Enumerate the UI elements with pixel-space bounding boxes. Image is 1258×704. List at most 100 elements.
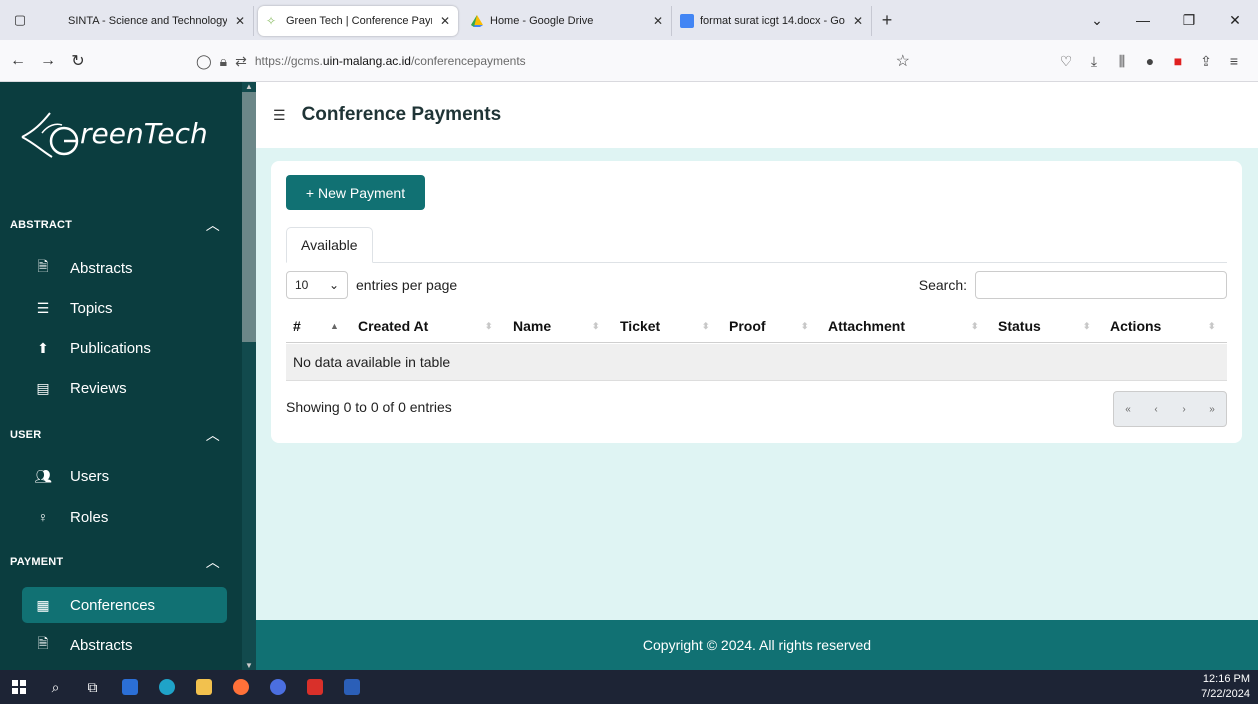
column-header-proof[interactable]: Proof: [729, 309, 766, 343]
column-header-name[interactable]: Name: [513, 309, 551, 343]
task-view-icon[interactable]: ⧉: [74, 670, 111, 704]
sidebar-item-roles[interactable]: ♀ Roles: [22, 499, 227, 535]
app-icon[interactable]: [259, 670, 296, 704]
users-icon: 👥︎: [34, 467, 52, 484]
sidebar-scrollbar[interactable]: ▲ ▼: [242, 82, 256, 670]
column-header-attachment[interactable]: Attachment: [828, 309, 905, 343]
close-icon[interactable]: ✕: [235, 14, 245, 28]
chevron-down-icon[interactable]: ⌄: [1074, 12, 1120, 29]
acrobat-icon[interactable]: [296, 670, 333, 704]
logo-text: reenTech: [80, 116, 208, 150]
url-bar[interactable]: ◯ 🔒︎ ⇄ https://gcms. uin-malang.ac.id/con…: [196, 46, 910, 76]
clock-date: 7/22/2024: [1201, 688, 1250, 700]
extension-icon[interactable]: ■: [1164, 53, 1192, 69]
previous-page-button[interactable]: ‹: [1142, 392, 1170, 426]
user-role-icon: ♀: [37, 509, 49, 525]
restore-icon[interactable]: ❐: [1166, 12, 1212, 29]
lock-icon: 🔒︎: [219, 52, 228, 69]
comment-icon: ▤: [36, 379, 50, 396]
menu-icon[interactable]: ≡: [1220, 53, 1248, 69]
main-content: ☰ Conference Payments + New Payment Avai…: [256, 82, 1258, 670]
pocket-icon[interactable]: ♡: [1052, 53, 1080, 70]
sidebar: reenTech ▲ ▼ ABSTRACT ︿ 🗎︎ Abstracts ☰ T…: [0, 82, 256, 670]
back-arrow-icon[interactable]: ←: [6, 52, 30, 70]
sidebar-item-payment-abstracts[interactable]: 🗎︎ Abstracts: [22, 627, 227, 663]
account-icon[interactable]: ●: [1136, 53, 1164, 69]
reload-icon[interactable]: ↻: [66, 51, 90, 71]
url-prefix: https://gcms.: [254, 54, 323, 68]
edge-icon[interactable]: [148, 670, 185, 704]
tab-google-drive[interactable]: Home - Google Drive ✕: [462, 6, 672, 36]
hamburger-menu-icon[interactable]: ☰: [273, 107, 286, 124]
new-payment-button[interactable]: + New Payment: [286, 175, 425, 210]
first-page-button[interactable]: «: [1114, 392, 1142, 426]
close-icon[interactable]: ✕: [653, 14, 663, 28]
column-header-index[interactable]: #: [293, 309, 301, 343]
windows-start-icon[interactable]: [0, 670, 37, 704]
sidebar-item-users[interactable]: 👥︎ Users: [22, 458, 227, 494]
minimize-icon[interactable]: —: [1120, 12, 1166, 28]
page-title: Conference Payments: [301, 104, 502, 125]
close-icon[interactable]: ✕: [440, 14, 450, 28]
chevron-up-icon[interactable]: ︿: [206, 425, 220, 445]
library-icon[interactable]: ⫼: [1108, 53, 1136, 70]
column-header-created-at[interactable]: Created At: [358, 309, 428, 343]
receipt-icon: ▦: [36, 596, 50, 613]
next-page-button[interactable]: ›: [1170, 392, 1198, 426]
file-explorer-icon[interactable]: [185, 670, 222, 704]
column-header-ticket[interactable]: Ticket: [620, 309, 660, 343]
footer: Copyright © 2024. All rights reserved: [256, 620, 1258, 670]
close-icon[interactable]: ✕: [853, 14, 863, 28]
sidebar-item-label: Users: [70, 467, 110, 485]
page-header: ☰ Conference Payments: [256, 82, 1258, 148]
section-user[interactable]: USER ︿: [0, 421, 242, 449]
column-header-status[interactable]: Status: [998, 309, 1041, 343]
list-all-tabs-button[interactable]: ▢: [0, 0, 40, 40]
section-payment[interactable]: PAYMENT ︿: [0, 548, 242, 576]
permissions-icon: ⇄: [235, 52, 247, 69]
chevron-up-icon[interactable]: ︿: [206, 552, 220, 572]
url-host: uin-malang.ac.id: [322, 54, 411, 68]
scroll-up-icon[interactable]: ▲: [245, 82, 253, 91]
search-icon[interactable]: ⌕: [37, 670, 74, 704]
toolbar-right: ♡ ⤓ ⫼ ● ■ ⇪ ≡: [1052, 40, 1248, 82]
firefox-icon[interactable]: [222, 670, 259, 704]
greentech-favicon-icon: ✧: [266, 14, 277, 28]
tab-google-docs[interactable]: format surat icgt 14.docx - Goo ✕: [672, 6, 872, 36]
forward-arrow-icon[interactable]: →: [36, 52, 60, 70]
sidebar-item-label: Abstracts: [70, 259, 133, 277]
last-page-button[interactable]: »: [1198, 392, 1226, 426]
store-icon[interactable]: [111, 670, 148, 704]
sidebar-item-label: Publications: [70, 339, 151, 357]
column-header-actions[interactable]: Actions: [1110, 309, 1161, 343]
download-icon[interactable]: ⤓: [1080, 53, 1108, 70]
sidebar-item-publications[interactable]: ⬆ Publications: [22, 330, 227, 366]
search-input[interactable]: [975, 271, 1227, 299]
sidebar-item-abstracts[interactable]: 🗎︎ Abstracts: [22, 250, 227, 286]
sort-icon: ⬍: [1208, 320, 1216, 331]
section-abstract[interactable]: ABSTRACT ︿: [0, 211, 242, 239]
sidebar-item-label: Abstracts: [70, 636, 133, 654]
search-control: Search:: [919, 271, 1227, 299]
new-tab-button[interactable]: +: [872, 0, 902, 40]
system-clock[interactable]: 12:16 PM 7/22/2024: [1201, 672, 1250, 702]
share-icon[interactable]: ⇪: [1192, 53, 1220, 70]
sidebar-item-reviews[interactable]: ▤ Reviews: [22, 370, 227, 406]
bookmark-star-icon[interactable]: ☆: [896, 51, 910, 71]
tab-sinta[interactable]: SINTA - Science and Technology Ind ✕: [40, 6, 254, 36]
tab-green-tech[interactable]: ✧ Green Tech | Conference Payme ✕: [258, 6, 458, 36]
tab-available[interactable]: Available: [286, 227, 373, 263]
url-path: /conferencepayments: [410, 54, 526, 68]
sidebar-item-topics[interactable]: ☰ Topics: [22, 290, 227, 326]
chevron-up-icon[interactable]: ︿: [206, 215, 220, 235]
scrollbar-thumb[interactable]: [242, 92, 256, 342]
sidebar-item-conferences[interactable]: ▦ Conferences: [22, 587, 227, 623]
section-label: PAYMENT: [10, 556, 64, 568]
entries-per-page-select[interactable]: 10 ⌄: [286, 271, 348, 299]
close-window-icon[interactable]: ✕: [1212, 12, 1258, 29]
word-icon[interactable]: [333, 670, 370, 704]
shield-icon: ◯: [196, 52, 212, 69]
section-label: ABSTRACT: [10, 219, 73, 231]
greentech-logo[interactable]: reenTech: [20, 100, 230, 166]
scroll-down-icon[interactable]: ▼: [245, 661, 253, 670]
